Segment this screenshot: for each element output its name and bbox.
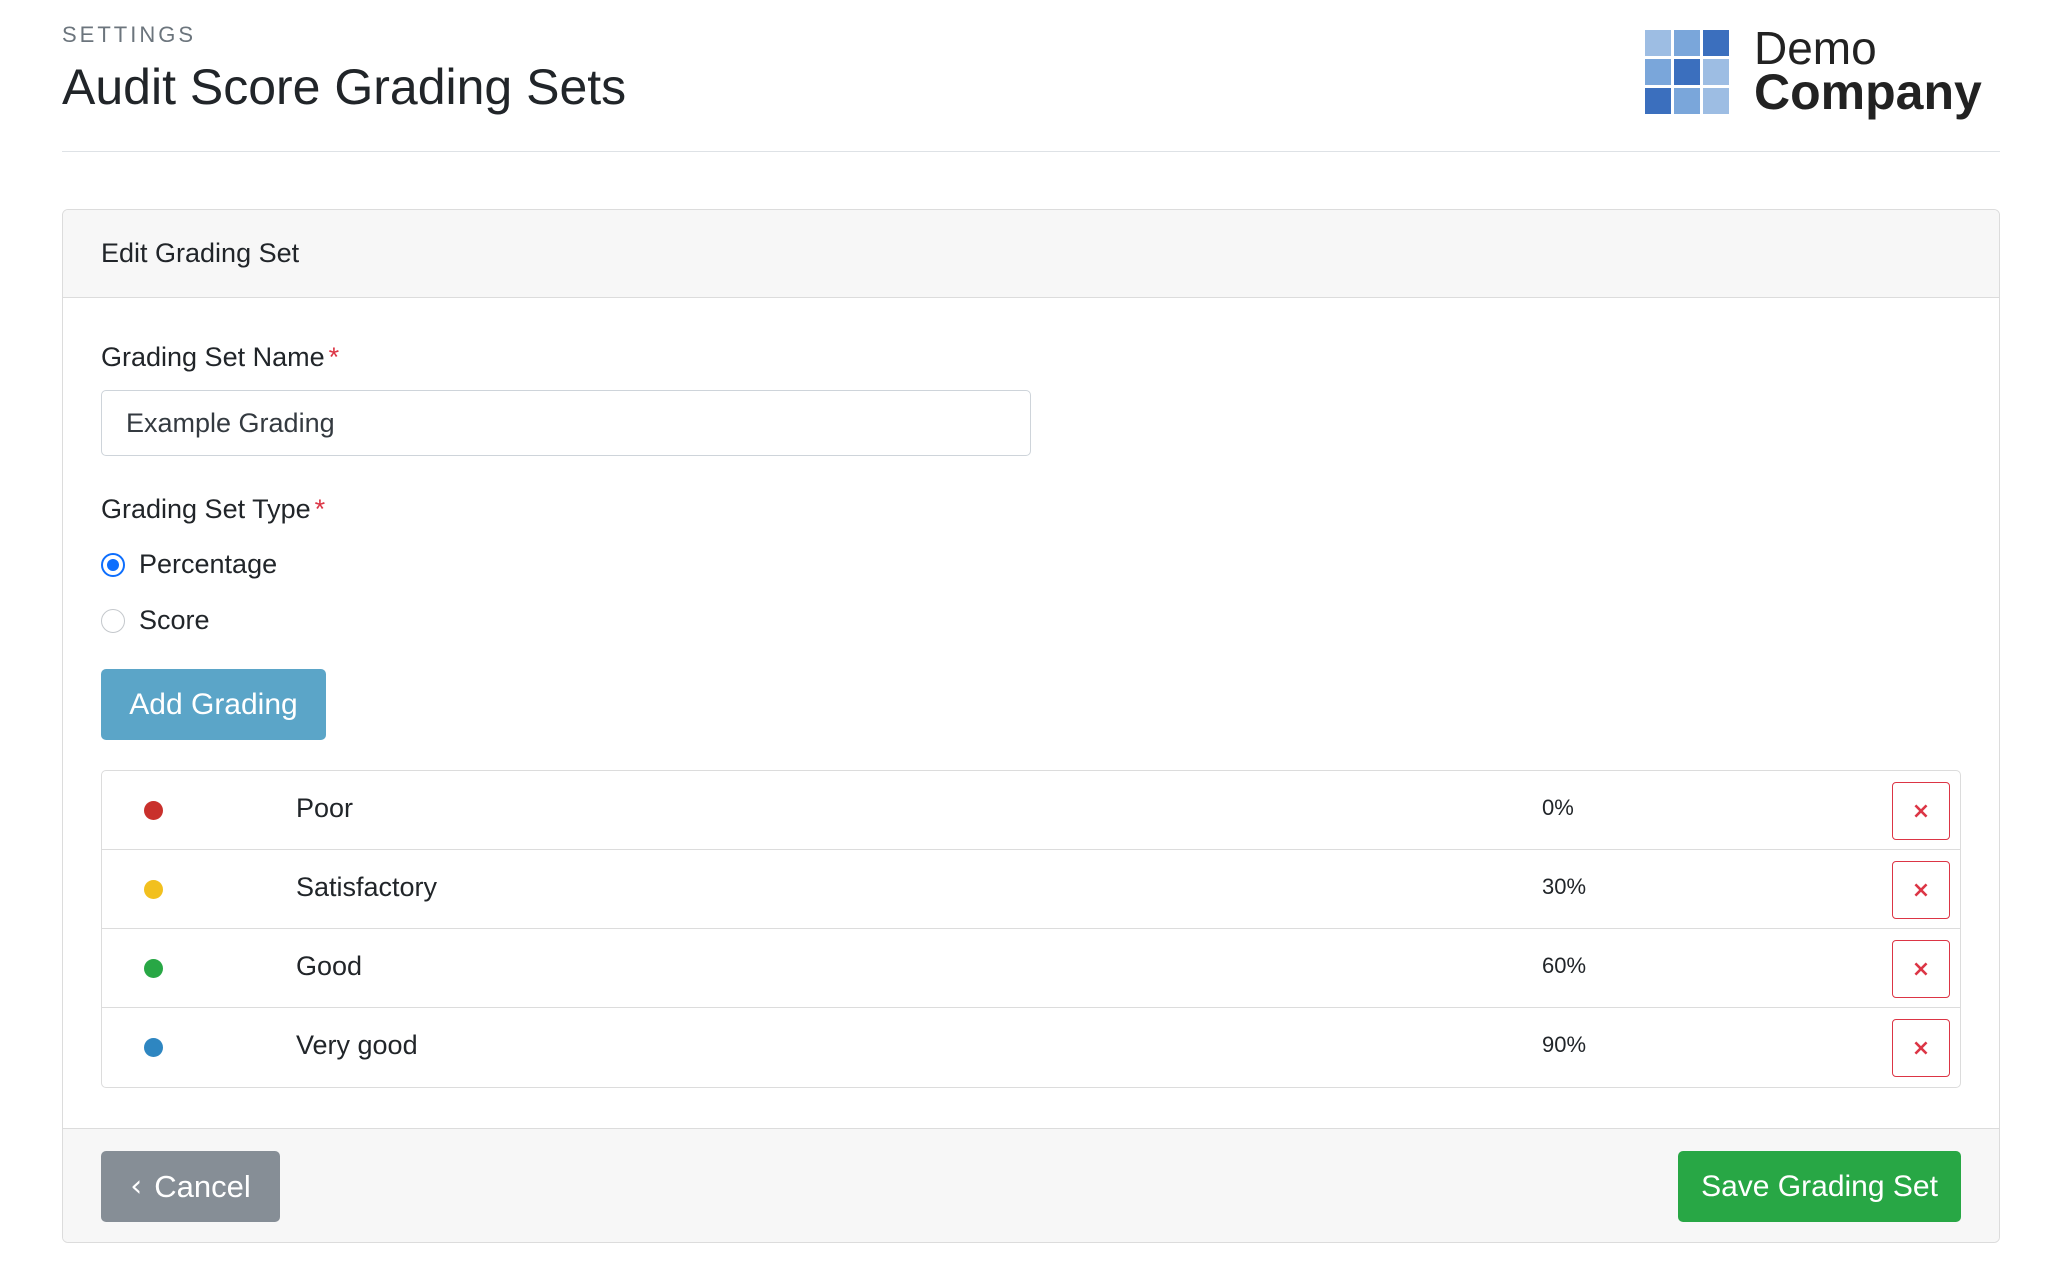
- grading-row: Poor 0% ×: [102, 771, 1960, 850]
- edit-grading-set-card: Edit Grading Set Grading Set Name* Gradi…: [62, 209, 2000, 1243]
- grade-name: Poor: [296, 793, 354, 823]
- logo-tile: [1645, 30, 1671, 56]
- cancel-label: Cancel: [154, 1168, 251, 1204]
- radio-label-score: Score: [139, 605, 210, 635]
- remove-grading-button[interactable]: ×: [1892, 1019, 1950, 1077]
- grade-name: Good: [296, 951, 363, 981]
- radio-option-score[interactable]: Score: [101, 605, 210, 636]
- save-grading-set-button[interactable]: Save Grading Set: [1678, 1151, 1961, 1222]
- radio-option-percentage[interactable]: Percentage: [101, 549, 277, 580]
- required-marker: *: [314, 494, 326, 524]
- logo-tile: [1674, 30, 1700, 56]
- grading-set-name-input[interactable]: [101, 390, 1031, 456]
- add-grading-button[interactable]: Add Grading: [101, 669, 326, 740]
- company-logo: Demo Company: [1645, 25, 2000, 128]
- label-text: Grading Set Name: [101, 342, 325, 372]
- remove-grading-button[interactable]: ×: [1892, 940, 1950, 998]
- logo-wordmark: Demo Company: [1754, 25, 1982, 120]
- logo-line-2: Company: [1754, 64, 1982, 120]
- logo-tile: [1703, 59, 1729, 85]
- radio-button-percentage[interactable]: [101, 552, 125, 577]
- grade-color-dot: [144, 880, 163, 899]
- grade-threshold: 90%: [1542, 1032, 1587, 1057]
- radio-button-score[interactable]: [101, 608, 125, 633]
- grading-list: Poor 0% × Satisfactory 30% × Good 60% × …: [101, 770, 1961, 1088]
- grade-threshold: 30%: [1542, 874, 1587, 899]
- card-footer: ‹ Cancel Save Grading Set: [63, 1128, 1999, 1242]
- grading-set-type-label: Grading Set Type *: [101, 494, 325, 525]
- grade-threshold: 60%: [1542, 953, 1587, 978]
- grade-name: Very good: [296, 1030, 418, 1060]
- required-marker: *: [328, 342, 340, 372]
- label-text: Grading Set Type: [101, 494, 311, 524]
- logo-mark: [1645, 30, 1729, 114]
- grade-color-dot: [144, 1038, 163, 1057]
- logo-tile: [1703, 30, 1729, 56]
- close-icon: ×: [1911, 1035, 1931, 1061]
- chevron-left-icon: ‹: [130, 1169, 143, 1204]
- section-label: SETTINGS: [62, 22, 197, 47]
- grading-set-name-label: Grading Set Name *: [101, 342, 339, 373]
- grade-color-dot: [144, 801, 163, 820]
- page-header: SETTINGS Audit Score Grading Sets Demo C…: [62, 0, 2000, 152]
- grading-row: Very good 90% ×: [102, 1008, 1960, 1087]
- card-title: Edit Grading Set: [101, 238, 300, 268]
- card-body: Grading Set Name* Grading Set Type* Perc…: [63, 298, 1999, 1130]
- remove-grading-button[interactable]: ×: [1892, 782, 1950, 840]
- remove-grading-button[interactable]: ×: [1892, 861, 1950, 919]
- close-icon: ×: [1911, 798, 1931, 824]
- logo-tile: [1703, 88, 1729, 114]
- cancel-button[interactable]: ‹ Cancel: [101, 1151, 280, 1222]
- close-icon: ×: [1911, 956, 1931, 982]
- logo-tile: [1645, 59, 1671, 85]
- grade-threshold: 0%: [1542, 795, 1574, 820]
- page-title: Audit Score Grading Sets: [62, 59, 627, 115]
- card-header: Edit Grading Set: [63, 210, 1999, 298]
- close-icon: ×: [1911, 877, 1931, 903]
- radio-label-percentage: Percentage: [139, 549, 278, 579]
- logo-tile: [1674, 88, 1700, 114]
- grade-color-dot: [144, 959, 163, 978]
- logo-tile: [1645, 88, 1671, 114]
- grading-row: Good 60% ×: [102, 929, 1960, 1008]
- logo-tile: [1674, 59, 1700, 85]
- grade-name: Satisfactory: [296, 872, 438, 902]
- grading-row: Satisfactory 30% ×: [102, 850, 1960, 929]
